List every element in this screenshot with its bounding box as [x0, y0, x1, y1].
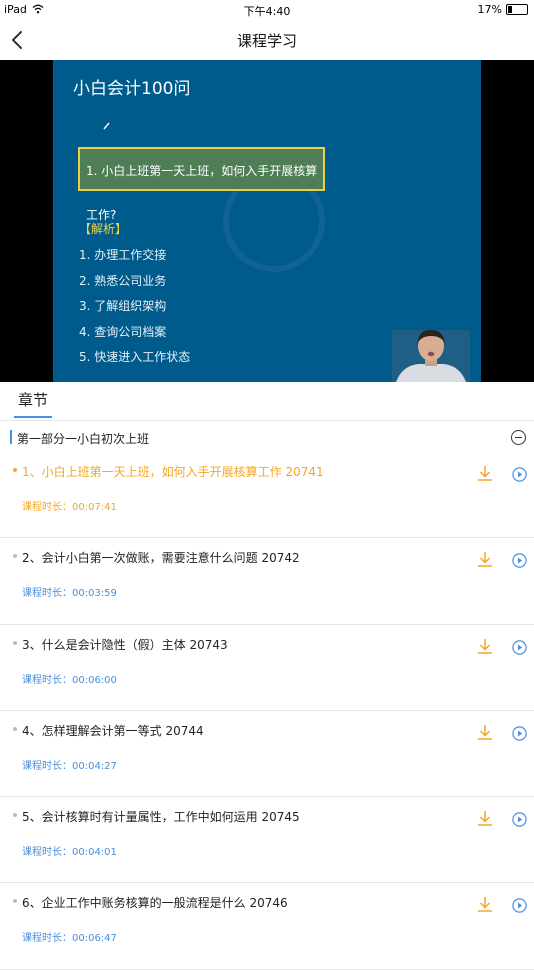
- lesson-item[interactable]: 1、小白上班第一天上班，如何入手开展核算工作 20741 课程时长：00:07:…: [0, 452, 534, 539]
- section-title: 第一部分一小白初次上班: [17, 432, 150, 446]
- bullet-dot: [13, 813, 17, 818]
- slide-point: 1. 办理工作交接: [79, 248, 167, 262]
- lesson-item[interactable]: 2、会计小白第一次做账，需要注意什么问题 20742 课程时长：00:03:59: [0, 538, 534, 625]
- download-icon[interactable]: [476, 637, 494, 657]
- download-icon[interactable]: [476, 723, 494, 743]
- play-circle-icon[interactable]: [512, 812, 527, 827]
- lesson-title: 5、会计核算时有计量属性，工作中如何运用 20745: [22, 810, 300, 825]
- play-circle-icon[interactable]: [512, 467, 527, 482]
- lesson-duration: 课程时长：00:06:00: [22, 674, 117, 686]
- slide-points: 1. 办理工作交接 2. 熟悉公司业务 3. 了解组织架构 4. 查询公司档案 …: [79, 246, 190, 374]
- battery-icon: [506, 4, 528, 15]
- lesson-item[interactable]: 5、会计核算时有计量属性，工作中如何运用 20745 课程时长：00:04:01: [0, 797, 534, 884]
- bullet-dot: [13, 899, 17, 904]
- section-header[interactable]: 第一部分一小白初次上班: [0, 422, 534, 452]
- status-bar: iPad 下午4:40 17%: [0, 0, 534, 20]
- bullet-dot: [13, 468, 17, 472]
- page-title: 课程学习: [236, 32, 297, 50]
- battery-percent: 17%: [477, 3, 502, 16]
- play-circle-icon[interactable]: [512, 726, 527, 741]
- slide-question: 1. 小白上班第一天上班，如何入手开展核算工作?: [78, 147, 325, 222]
- download-icon[interactable]: [476, 464, 494, 484]
- tab-chapters[interactable]: 章节: [14, 389, 53, 418]
- slide-point: 2. 熟悉公司业务: [79, 273, 167, 288]
- lesson-duration: 课程时长：00:06:47: [22, 933, 117, 945]
- lesson-item[interactable]: 4、怎样理解会计第一等式 20744 课程时长：00:04:27: [0, 711, 534, 798]
- play-circle-icon[interactable]: [512, 639, 527, 655]
- minus-circle-icon[interactable]: [511, 430, 526, 445]
- section-accent-bar: [10, 430, 12, 444]
- lesson-duration: 课程时长：00:04:27: [22, 760, 117, 772]
- lesson-title: 1、小白上班第一天上班，如何入手开展核算工作 20741: [22, 465, 324, 479]
- lesson-item[interactable]: 3、什么是会计隐性（假）主体 20743 课程时长：00:06:00: [0, 625, 534, 711]
- status-right: 17%: [478, 3, 528, 16]
- pen-mark-icon: [103, 122, 110, 130]
- lesson-title: 3、什么是会计隐性（假）主体 20743: [22, 637, 228, 652]
- lesson-title: 4、怎样理解会计第一等式 20744: [22, 723, 204, 738]
- bullet-dot: [13, 640, 17, 645]
- slide-point: 3. 了解组织架构: [79, 299, 167, 313]
- bullet-dot: [13, 554, 17, 559]
- tab-bar: 章节: [0, 382, 534, 421]
- slide-analysis-heading: 【解析】: [79, 222, 128, 236]
- bullet-dot: [13, 726, 17, 731]
- lesson-title: 2、会计小白第一次做账，需要注意什么问题 20742: [22, 551, 300, 566]
- lesson-title: 6、企业工作中账务核算的一般流程是什么 20746: [22, 896, 288, 911]
- lesson-duration: 课程时长：00:07:41: [22, 502, 117, 513]
- lesson-list: 1、小白上班第一天上班，如何入手开展核算工作 20741 课程时长：00:07:…: [0, 452, 534, 970]
- video-player[interactable]: 小白会计100问 1. 小白上班第一天上班，如何入手开展核算工作? 【解析】 1…: [0, 60, 534, 382]
- status-time: 下午4:40: [243, 5, 291, 18]
- slide-title: 小白会计100问: [73, 79, 191, 99]
- download-icon[interactable]: [476, 809, 494, 829]
- play-circle-icon[interactable]: [512, 553, 527, 568]
- lesson-duration: 课程时长：00:03:59: [22, 588, 117, 600]
- lesson-duration: 课程时长：00:04:01: [22, 847, 117, 859]
- navigation-bar: 课程学习: [0, 20, 534, 61]
- play-circle-icon[interactable]: [512, 898, 527, 914]
- presenter-video: [392, 330, 470, 382]
- slide-point: 5. 快速进入工作状态: [79, 350, 191, 364]
- download-icon[interactable]: [476, 895, 494, 915]
- slide-point: 4. 查询公司档案: [79, 324, 167, 339]
- download-icon[interactable]: [476, 550, 494, 570]
- lesson-item[interactable]: 6、企业工作中账务核算的一般流程是什么 20746 课程时长：00:06:47: [0, 883, 534, 970]
